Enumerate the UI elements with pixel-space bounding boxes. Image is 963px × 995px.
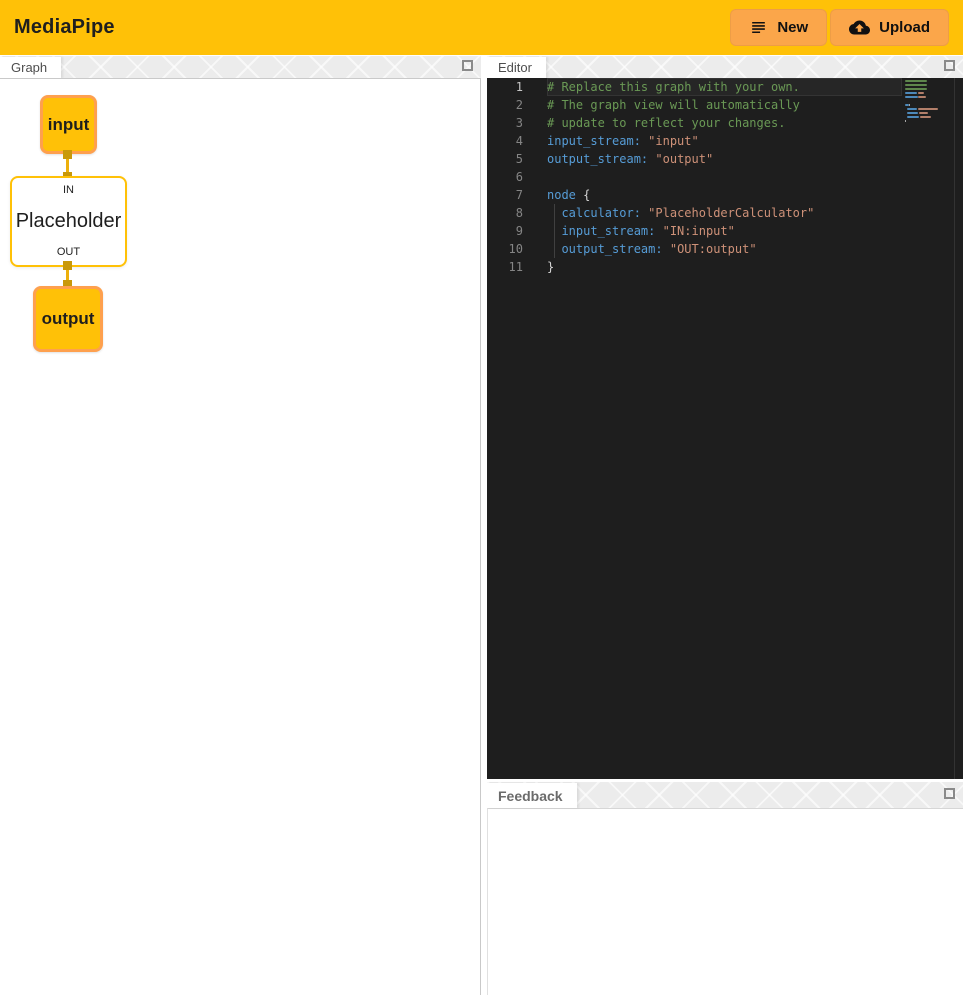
tab-graph[interactable]: Graph: [0, 57, 61, 78]
feedback-tabstrip: Feedback: [487, 782, 963, 808]
feedback-content: [487, 808, 963, 995]
code-line: 5output_stream: "output": [487, 150, 963, 168]
code-line: 4input_stream: "input": [487, 132, 963, 150]
new-button[interactable]: New: [730, 9, 827, 46]
graph-node-input-label: input: [48, 115, 90, 135]
graph-node-output-label: output: [42, 309, 95, 329]
code-line: 9 input_stream: "IN:input": [487, 222, 963, 240]
page-title: MediaPipe: [14, 16, 115, 39]
editor-scrollbar-ruler: [954, 78, 955, 779]
editor-panel: Editor 1# Replace this graph with your o…: [487, 56, 963, 779]
upload-button-label: Upload: [879, 19, 930, 36]
editor-tabstrip: Editor: [487, 56, 963, 78]
code-line: 2# The graph view will automatically: [487, 96, 963, 114]
code-line: 6: [487, 168, 963, 186]
code-line: 11}: [487, 258, 963, 276]
cloud-upload-icon: [849, 17, 870, 38]
upload-button[interactable]: Upload: [830, 9, 949, 46]
tab-graph-label: Graph: [11, 60, 47, 75]
code-line: 10 output_stream: "OUT:output": [487, 240, 963, 258]
graph-node-placeholder-label: Placeholder: [16, 210, 122, 233]
code-line: 3# update to reflect your changes.: [487, 114, 963, 132]
graph-maximize-icon[interactable]: [462, 60, 473, 71]
code-line: 8 calculator: "PlaceholderCalculator": [487, 204, 963, 222]
tab-editor-label: Editor: [498, 60, 532, 75]
code-line: 7node {: [487, 186, 963, 204]
app-header: MediaPipe New Upload: [0, 0, 963, 55]
graph-panel: Graph input IN Placeholder OUT output: [0, 56, 481, 995]
tab-feedback[interactable]: Feedback: [487, 783, 577, 808]
editor-minimap[interactable]: [905, 80, 943, 124]
header-actions: New Upload: [730, 9, 949, 46]
port-placeholder-out: [63, 261, 72, 270]
tab-feedback-label: Feedback: [498, 788, 563, 804]
code-lines: 1# Replace this graph with your own.2# T…: [487, 78, 963, 276]
placeholder-out-label: OUT: [57, 246, 80, 258]
graph-canvas[interactable]: input IN Placeholder OUT output: [0, 78, 481, 995]
tab-editor[interactable]: Editor: [487, 57, 546, 78]
graph-node-output[interactable]: output: [33, 286, 103, 352]
code-line: 1# Replace this graph with your own.: [487, 78, 963, 96]
feedback-maximize-icon[interactable]: [944, 788, 955, 799]
graph-node-input[interactable]: input: [40, 95, 97, 154]
graph-tabstrip: Graph: [0, 56, 481, 78]
port-input-out: [63, 150, 72, 159]
new-button-label: New: [777, 19, 808, 36]
graph-node-placeholder[interactable]: IN Placeholder OUT: [10, 176, 127, 267]
feedback-panel: Feedback: [487, 782, 963, 995]
subject-icon: [749, 18, 768, 37]
editor-maximize-icon[interactable]: [944, 60, 955, 71]
code-editor[interactable]: 1# Replace this graph with your own.2# T…: [487, 78, 963, 779]
placeholder-in-label: IN: [63, 184, 74, 196]
mediapipe-visualizer: MediaPipe New Upload Graph: [0, 0, 963, 995]
